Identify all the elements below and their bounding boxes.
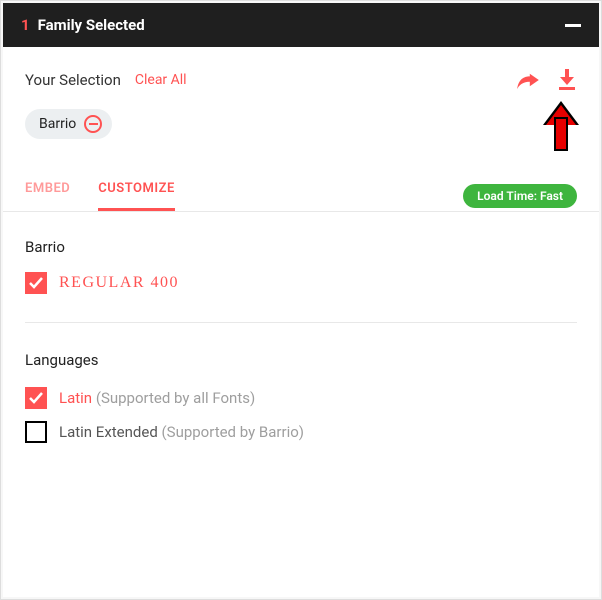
variant-label-regular400: REGULAR 400 (59, 274, 179, 292)
tabs-row: EMBED CUSTOMIZE Load Time: Fast (25, 181, 577, 211)
minimize-button[interactable] (565, 24, 581, 27)
clear-all-button[interactable]: Clear All (135, 72, 187, 88)
font-selection-panel: 1 Family Selected Your Selection Clear Al… (3, 3, 599, 597)
family-count: 1 (21, 16, 30, 34)
latin-ext-name: Latin Extended (59, 423, 158, 441)
title-text: Family Selected (38, 16, 145, 34)
load-time-badge: Load Time: Fast (463, 184, 577, 208)
selection-left: Your Selection Clear All (25, 71, 187, 89)
panel-header: 1 Family Selected (3, 3, 599, 47)
chips-row: Barrio (25, 109, 577, 139)
font-section-name: Barrio (25, 238, 577, 256)
spacer (25, 455, 577, 597)
latin-ext-hint: (Supported by Barrio) (162, 423, 304, 441)
languages-heading: Languages (25, 351, 577, 369)
language-checkbox-latin-extended[interactable] (25, 421, 47, 443)
tab-customize[interactable]: CUSTOMIZE (98, 181, 175, 211)
selection-icons (517, 69, 577, 91)
chip-label: Barrio (39, 116, 76, 132)
language-label-latin-extended: Latin Extended (Supported by Barrio) (59, 423, 304, 441)
variant-checkbox-regular400[interactable] (25, 272, 47, 294)
panel-content: Your Selection Clear All Barrio EMBED (3, 47, 599, 597)
latin-name: Latin (59, 389, 92, 407)
share-icon[interactable] (517, 71, 539, 89)
download-icon[interactable] (557, 69, 577, 91)
your-selection-label: Your Selection (25, 71, 121, 89)
tab-embed[interactable]: EMBED (25, 181, 70, 211)
section-divider (25, 322, 577, 323)
variant-row-regular400: REGULAR 400 (25, 272, 577, 294)
language-checkbox-latin[interactable] (25, 387, 47, 409)
latin-hint: (Supported by all Fonts) (96, 389, 255, 407)
selection-row: Your Selection Clear All (25, 69, 577, 91)
panel-title: 1 Family Selected (21, 16, 145, 34)
tabs: EMBED CUSTOMIZE (25, 181, 175, 211)
language-row-latin: Latin (Supported by all Fonts) (25, 387, 577, 409)
remove-chip-icon[interactable] (84, 115, 102, 133)
language-label-latin: Latin (Supported by all Fonts) (59, 389, 255, 407)
language-row-latin-extended: Latin Extended (Supported by Barrio) (25, 421, 577, 443)
font-chip-barrio[interactable]: Barrio (25, 109, 112, 139)
